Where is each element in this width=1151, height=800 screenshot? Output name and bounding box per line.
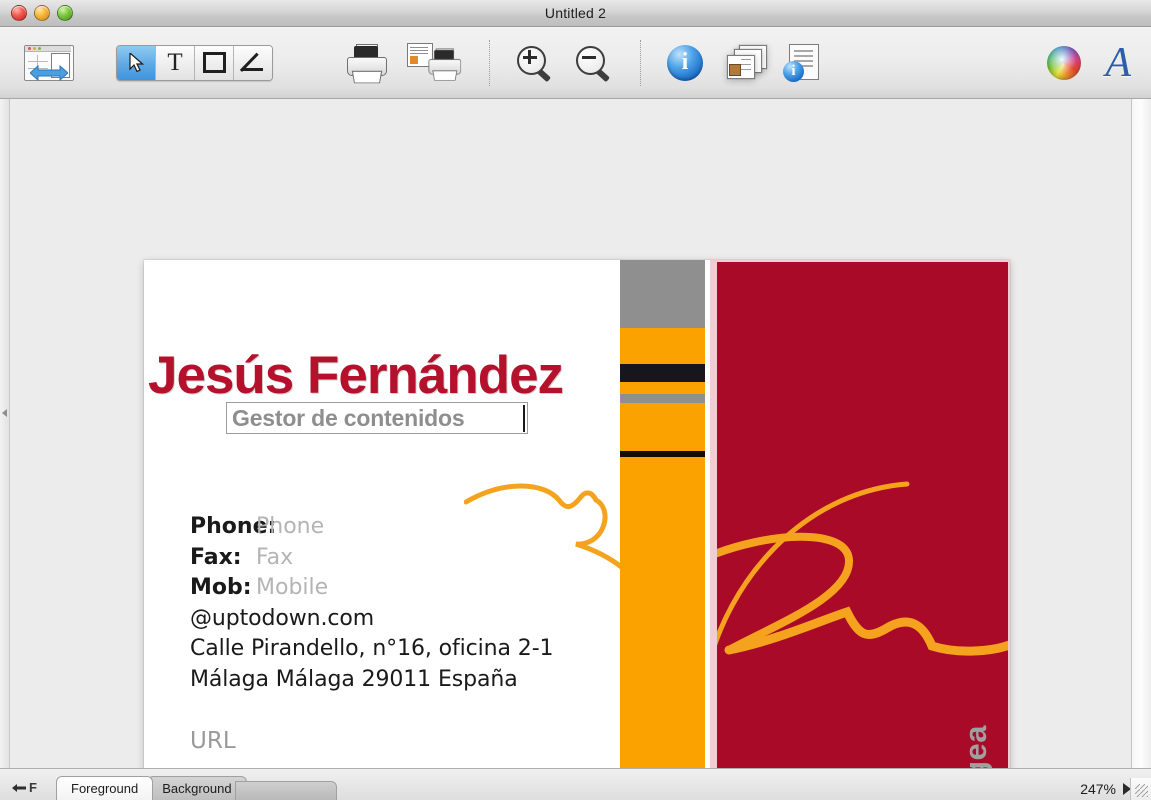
- rectangle-tool-button[interactable]: [195, 45, 234, 80]
- text-t-icon: T: [167, 49, 183, 76]
- text-tool-button[interactable]: T: [156, 45, 195, 80]
- layer-tabs: Foreground Background: [56, 775, 337, 800]
- address-line-1[interactable]: Calle Pirandello, n°16, oficina 2-1: [190, 634, 554, 665]
- tool-palette: T: [116, 44, 273, 81]
- status-bar: F Foreground Background 247%: [0, 768, 1151, 800]
- colors-button[interactable]: [1047, 45, 1082, 80]
- toolbar-separator-1: [489, 39, 491, 86]
- line-icon: [243, 54, 263, 71]
- zoom-control[interactable]: 247%: [1080, 781, 1131, 797]
- zoom-in-button[interactable]: [515, 44, 555, 82]
- tab-background[interactable]: Background: [147, 776, 247, 800]
- print-preview-icon: [407, 42, 463, 83]
- tab-background-label: Background: [162, 781, 232, 796]
- url-placeholder[interactable]: URL: [190, 728, 236, 754]
- swoosh-right-decoration: [717, 481, 1008, 656]
- resize-grip[interactable]: [1130, 778, 1151, 800]
- print-icon: [345, 43, 387, 83]
- color-wheel-icon: [1047, 45, 1082, 80]
- tab-foreground[interactable]: Foreground: [56, 776, 154, 800]
- contact-block: Phone: Phone Fax: Fax Mob: Mobile @uptod…: [190, 512, 554, 696]
- contact-row-phone[interactable]: Phone: Phone: [190, 512, 553, 543]
- window-title: Untitled 2: [544, 5, 607, 21]
- font-a-icon: A: [1105, 39, 1131, 86]
- fonts-button[interactable]: A: [1105, 42, 1131, 84]
- pencil-graphic: [620, 260, 705, 768]
- rectangle-icon: [202, 52, 226, 73]
- line-tool-button[interactable]: [234, 45, 272, 80]
- cursor-arrow-icon: [128, 53, 144, 72]
- business-card-preview[interactable]: Media Ingea Jesús Fernández Gestor de co…: [144, 260, 1010, 768]
- fax-value[interactable]: Fax: [256, 543, 293, 574]
- layer-indicator[interactable]: F: [12, 780, 37, 795]
- card-info-button[interactable]: [725, 44, 767, 81]
- main-toolbar: T i i A: [0, 27, 1151, 99]
- layer-swap-icon: [12, 783, 26, 792]
- contact-row-mobile[interactable]: Mob: Mobile: [190, 573, 553, 604]
- card-name[interactable]: Jesús Fernández: [148, 345, 618, 406]
- zoom-in-icon: [515, 44, 555, 82]
- left-gutter: [0, 99, 10, 768]
- window-title-bar: Untitled 2: [0, 0, 1151, 27]
- tab-strip-filler: [234, 781, 337, 800]
- brand-panel: Media Ingea: [710, 260, 1010, 768]
- zoom-out-button[interactable]: [574, 44, 614, 82]
- layer-badge-label: F: [29, 780, 37, 795]
- subtitle-text-field[interactable]: Gestor de contenidos: [226, 402, 528, 434]
- zoom-out-icon: [574, 44, 614, 82]
- document-info-icon: i: [783, 43, 823, 82]
- address-line-2[interactable]: Málaga Málaga 29011 España: [190, 665, 553, 696]
- info-icon: i: [667, 44, 703, 81]
- application-window: Untitled 2 T i i A Jesús Fernández Gesto…: [0, 0, 1151, 800]
- zoom-level-label: 247%: [1080, 781, 1116, 797]
- document-canvas[interactable]: Media Ingea Jesús Fernández Gestor de co…: [0, 99, 1151, 768]
- print-button[interactable]: [345, 43, 387, 83]
- subtitle-text: Gestor de contenidos: [232, 404, 465, 431]
- text-caret: [523, 405, 525, 432]
- collapse-arrow-icon[interactable]: [2, 409, 8, 417]
- phone-value[interactable]: Phone: [256, 512, 324, 543]
- brand-name: Media Ingea: [958, 725, 994, 768]
- panel-toggle-icon: [24, 43, 74, 83]
- tab-foreground-label: Foreground: [71, 781, 139, 796]
- info-button[interactable]: i: [667, 44, 703, 81]
- select-tool-button[interactable]: [117, 45, 156, 80]
- contact-row-fax[interactable]: Fax: Fax: [190, 543, 553, 574]
- print-preview-button[interactable]: [407, 42, 463, 83]
- document-info-button[interactable]: i: [783, 43, 823, 82]
- card-info-icon: [725, 44, 767, 81]
- email-line[interactable]: @uptodown.com: [190, 604, 553, 635]
- double-arrow-icon: [30, 64, 68, 81]
- panel-toggle-button[interactable]: [0, 43, 74, 83]
- phone-label: Phone:: [190, 514, 277, 539]
- mobile-label: Mob:: [190, 575, 252, 600]
- vertical-scrollbar[interactable]: [1131, 99, 1151, 768]
- fax-label: Fax:: [190, 544, 242, 570]
- mobile-value[interactable]: Mobile: [256, 573, 328, 604]
- toolbar-separator-2: [640, 39, 642, 86]
